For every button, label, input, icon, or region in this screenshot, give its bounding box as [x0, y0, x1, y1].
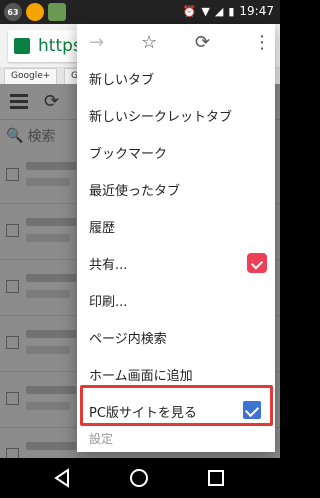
menu-icon-row: → ☆ ⟳ ⋮ [77, 24, 275, 60]
nav-bar [0, 458, 280, 498]
menu-item-find-in-page[interactable]: ページ内検索 [77, 319, 275, 356]
overflow-menu: → ☆ ⟳ ⋮ 新しいタブ 新しいシークレットタブ ブックマーク 最近使ったタブ… [77, 24, 275, 452]
more-vert-icon[interactable]: ⋮ [253, 32, 271, 53]
notification-icon [48, 3, 66, 21]
signal-icon: ◢ [214, 4, 224, 18]
menu-item-label: 設定 [89, 432, 114, 446]
pocket-share-icon[interactable] [247, 253, 267, 273]
menu-item-bookmarks[interactable]: ブックマーク [77, 134, 275, 171]
menu-item-label: 新しいシークレットタブ [89, 110, 233, 125]
back-icon[interactable] [54, 468, 72, 488]
menu-item-share[interactable]: 共有... [77, 245, 275, 282]
tab-label: Google+ [11, 71, 51, 81]
menu-item-label: ホーム画面に追加 [89, 369, 193, 384]
menu-item-history[interactable]: 履歴 [77, 208, 275, 245]
menu-item-label: ブックマーク [89, 147, 168, 162]
menu-item-label: 共有... [89, 258, 128, 273]
bookmark-star-icon[interactable]: ☆ [141, 32, 157, 53]
menu-item-label: 新しいタブ [89, 73, 155, 88]
menu-item-label: 最近使ったタブ [89, 184, 181, 199]
notification-icon [26, 3, 44, 21]
battery-icon: ▮ [228, 4, 235, 18]
menu-item-label: 履歴 [89, 221, 116, 236]
menu-item-new-tab[interactable]: 新しいタブ [77, 60, 275, 97]
menu-item-settings-partial[interactable]: 設定 [77, 430, 275, 452]
recents-icon[interactable] [208, 470, 224, 486]
notification-badge: 63 [4, 3, 22, 21]
lock-icon [14, 38, 30, 54]
menu-item-print[interactable]: 印刷... [77, 282, 275, 319]
clock: 19:47 [239, 4, 274, 18]
menu-item-recent-tabs[interactable]: 最近使ったタブ [77, 171, 275, 208]
status-bar: 63 ⏰ ▼ ◢ ▮ 19:47 [0, 0, 280, 24]
screen: 63 ⏰ ▼ ◢ ▮ 19:47 https:// Google+ G ⟳ 🔍 … [0, 0, 280, 498]
home-icon[interactable] [130, 469, 148, 487]
highlight-box [80, 385, 273, 426]
menu-item-label: ページ内検索 [89, 332, 167, 347]
alarm-icon: ⏰ [182, 4, 197, 18]
forward-icon[interactable]: → [89, 32, 104, 53]
tab-google-plus[interactable]: Google+ [4, 68, 58, 84]
menu-item-label: 印刷... [89, 295, 128, 310]
wifi-icon: ▼ [201, 4, 210, 18]
reload-icon[interactable]: ⟳ [195, 32, 210, 53]
menu-item-new-incognito-tab[interactable]: 新しいシークレットタブ [77, 97, 275, 134]
